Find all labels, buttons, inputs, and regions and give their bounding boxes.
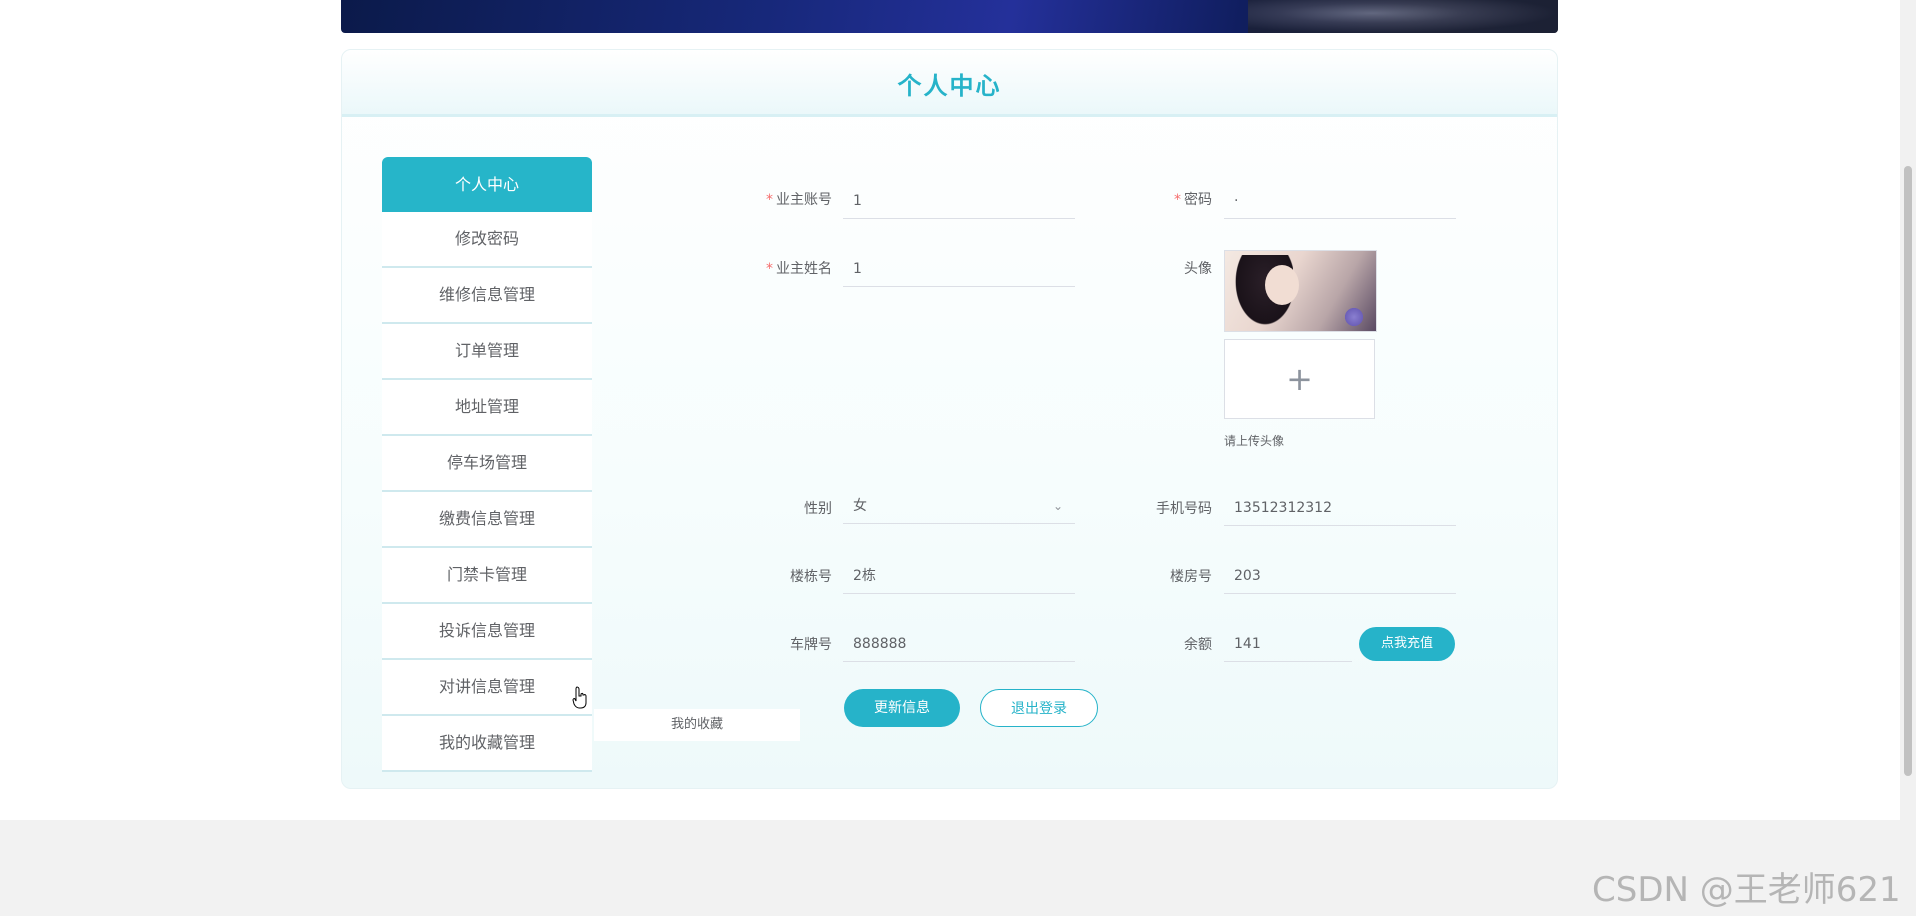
password-input[interactable]: ·: [1224, 183, 1456, 219]
menu-item-parking[interactable]: 停车场管理: [382, 436, 592, 492]
menu-item-payment[interactable]: 缴费信息管理: [382, 492, 592, 548]
menu-item-repair-info[interactable]: 维修信息管理: [382, 268, 592, 324]
phone-label: 手机号码: [1156, 501, 1212, 517]
watermark: CSDN @王老师621: [1592, 870, 1901, 910]
plate-label: 车牌号: [790, 637, 832, 653]
favorites-tooltip: 我的收藏: [594, 709, 800, 741]
avatar-image[interactable]: [1224, 250, 1377, 332]
building-label: 楼栋号: [790, 569, 832, 585]
card-header: 个人中心: [342, 50, 1557, 117]
banner-image: [1248, 0, 1558, 33]
page-title: 个人中心: [897, 72, 1002, 100]
header-banner: [341, 0, 1558, 33]
menu-item-personal-center[interactable]: 个人中心: [382, 157, 592, 212]
scrollbar-thumb[interactable]: [1904, 166, 1912, 776]
avatar-label: 头像: [1184, 261, 1212, 277]
menu-item-intercom[interactable]: 对讲信息管理: [382, 660, 592, 716]
plate-input[interactable]: 888888: [843, 626, 1075, 662]
room-label: 楼房号: [1170, 569, 1212, 585]
menu-item-orders[interactable]: 订单管理: [382, 324, 592, 380]
balance-label: 余额: [1184, 637, 1212, 653]
scrollbar[interactable]: [1900, 0, 1916, 916]
update-info-button[interactable]: 更新信息: [844, 689, 960, 727]
upload-avatar-button[interactable]: +: [1224, 339, 1375, 419]
balance-input[interactable]: 141: [1224, 626, 1352, 662]
menu-item-complaints[interactable]: 投诉信息管理: [382, 604, 592, 660]
menu-item-favorites[interactable]: 我的收藏管理: [382, 716, 592, 772]
chevron-down-icon: ⌄: [1052, 499, 1063, 513]
gender-label: 性别: [804, 501, 832, 517]
name-input[interactable]: 1: [843, 251, 1075, 287]
menu-item-address[interactable]: 地址管理: [382, 380, 592, 436]
logout-button[interactable]: 退出登录: [980, 689, 1098, 727]
room-input[interactable]: 203: [1224, 558, 1456, 594]
password-label: * 密码: [1174, 192, 1212, 208]
building-input[interactable]: 2栋: [843, 558, 1075, 594]
hand-cursor-icon: [572, 686, 587, 709]
gender-select[interactable]: 女 ⌄: [843, 488, 1075, 524]
account-input[interactable]: 1: [843, 183, 1075, 219]
upload-tip: 请上传头像: [1224, 434, 1285, 448]
account-label: * 业主账号: [766, 192, 832, 208]
phone-input[interactable]: 13512312312: [1224, 490, 1456, 526]
menu-item-access-card[interactable]: 门禁卡管理: [382, 548, 592, 604]
name-label: * 业主姓名: [766, 261, 832, 277]
side-menu: 个人中心 修改密码 维修信息管理 订单管理 地址管理 停车场管理 缴费信息管理 …: [382, 157, 592, 772]
recharge-button[interactable]: 点我充值: [1359, 627, 1455, 661]
menu-item-change-password[interactable]: 修改密码: [382, 212, 592, 268]
